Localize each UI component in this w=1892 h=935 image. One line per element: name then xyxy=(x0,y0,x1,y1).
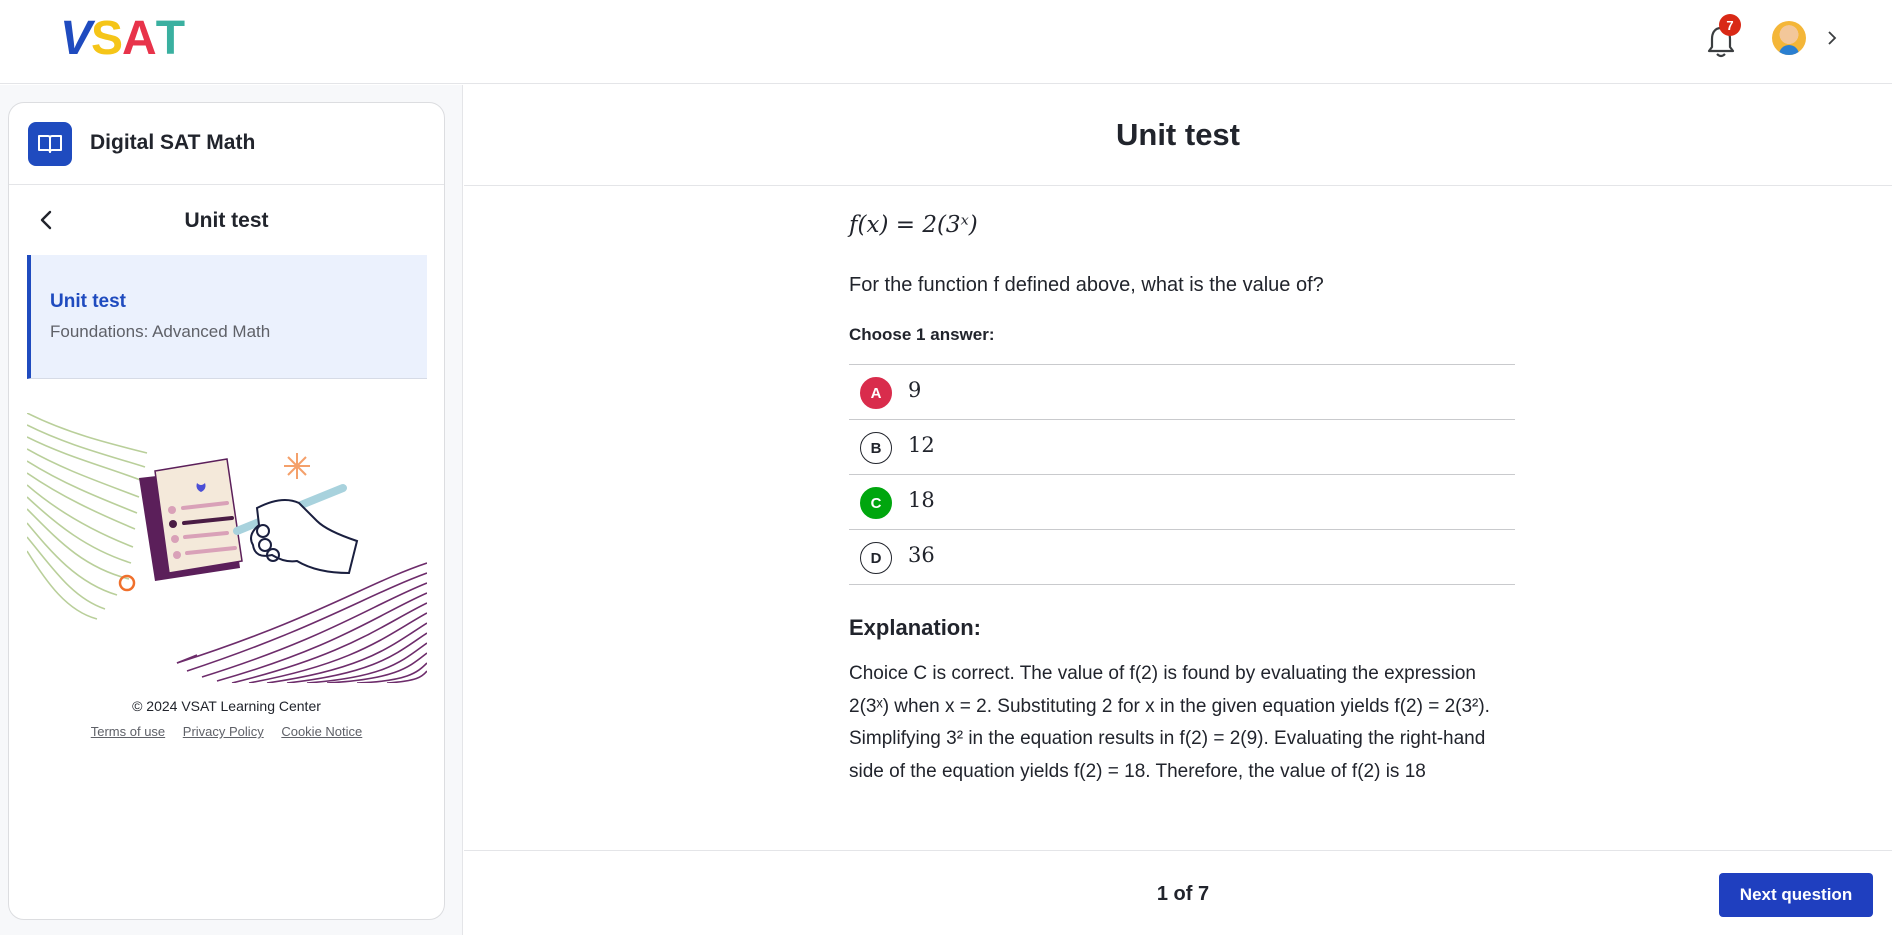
sidebar-item-subtitle: Foundations: Advanced Math xyxy=(50,322,271,341)
privacy-policy-link[interactable]: Privacy Policy xyxy=(183,724,264,739)
question-counter: 1 of 7 xyxy=(1156,883,1210,905)
notification-badge: 7 xyxy=(1719,14,1741,36)
book-icon xyxy=(28,122,72,166)
course-nav-card: Digital SAT Math Unit test Unit test Fou… xyxy=(8,102,445,920)
choice-b[interactable]: B 12 xyxy=(849,420,1515,475)
chevron-right-icon[interactable] xyxy=(1822,24,1842,52)
choice-letter: C xyxy=(860,487,892,519)
explanation-title: Explanation: xyxy=(849,615,982,640)
course-title: Digital SAT Math xyxy=(90,131,256,154)
choose-label: Choose 1 answer: xyxy=(849,325,995,344)
top-bar: VSAT 7 xyxy=(0,0,1892,84)
sidebar-item-unit-test[interactable]: Unit test Foundations: Advanced Math xyxy=(27,255,427,379)
answer-choices: A 9 B 12 C 18 D 36 xyxy=(849,364,1515,585)
course-header: Digital SAT Math xyxy=(9,103,444,185)
choice-letter: D xyxy=(860,542,892,574)
page-title: Unit test xyxy=(1116,117,1240,152)
copyright-text: © 2024 VSAT Learning Center xyxy=(132,698,321,714)
explanation-text: Choice C is correct. The value of f(2) i… xyxy=(849,663,1490,782)
function-formula: f(x) = 2(3ˣ) xyxy=(849,212,1515,248)
choice-letter: B xyxy=(860,432,892,464)
choice-value: 36 xyxy=(908,543,935,567)
formula-text: f(x) = 2(3ˣ) xyxy=(849,212,978,238)
bottom-bar: 1 of 7 xyxy=(464,850,1892,935)
next-question-button[interactable]: Next question xyxy=(1719,873,1873,917)
question-panel: f(x) = 2(3ˣ) For the function f defined … xyxy=(849,200,1515,782)
choice-letter: A xyxy=(860,377,892,409)
cookie-notice-link[interactable]: Cookie Notice xyxy=(281,724,362,739)
sidebar-item-title: Unit test xyxy=(50,291,126,312)
choice-c[interactable]: C 18 xyxy=(849,475,1515,530)
choice-value: 12 xyxy=(908,433,935,457)
choice-value: 18 xyxy=(908,488,935,512)
study-illustration xyxy=(27,413,427,683)
question-prompt: For the function f defined above, what i… xyxy=(849,274,1324,296)
terms-of-use-link[interactable]: Terms of use xyxy=(91,724,165,739)
choice-a[interactable]: A 9 xyxy=(849,365,1515,420)
choice-value: 9 xyxy=(908,378,922,402)
choice-d[interactable]: D 36 xyxy=(849,530,1515,585)
section-title: Unit test xyxy=(184,209,269,232)
footer-links: Terms of use Privacy Policy Cookie Notic… xyxy=(9,724,444,739)
vsat-logo[interactable]: VSAT xyxy=(60,14,185,64)
main-header: Unit test xyxy=(464,85,1892,186)
avatar[interactable] xyxy=(1772,21,1806,55)
